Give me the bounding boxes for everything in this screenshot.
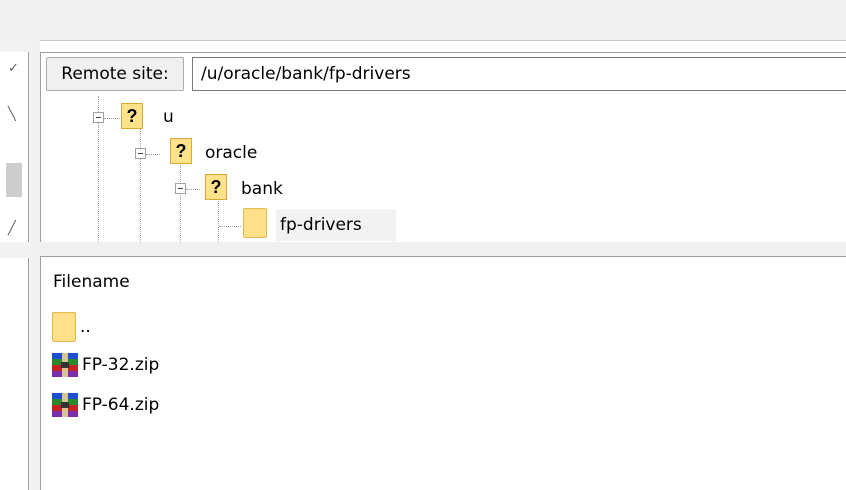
local-file-list-panel[interactable]	[0, 258, 29, 490]
vertical-splitter[interactable]	[32, 40, 40, 490]
tree-line	[219, 226, 241, 227]
chevron-left-icon[interactable]: ╲	[8, 108, 16, 121]
tree-item-oracle[interactable]: oracle	[205, 142, 257, 164]
question-folder-icon: ?	[121, 103, 143, 129]
collapse-toggle-bank[interactable]	[175, 183, 186, 194]
folder-icon	[52, 312, 76, 342]
file-row-fp32[interactable]: FP-32.zip	[52, 350, 159, 380]
winrar-archive-icon	[52, 353, 78, 377]
file-name: FP-64.zip	[82, 395, 160, 415]
scrollbar-thumb[interactable]	[6, 163, 22, 197]
folder-icon	[243, 208, 267, 238]
collapse-toggle-oracle[interactable]	[135, 148, 146, 159]
remote-site-label: Remote site:	[46, 57, 184, 91]
question-folder-icon: ?	[205, 174, 227, 200]
file-name: ..	[80, 317, 91, 337]
tree-line	[218, 196, 219, 242]
tree-item-u[interactable]: u	[163, 106, 174, 128]
column-header-filename[interactable]: Filename	[53, 272, 130, 292]
file-row-fp64[interactable]: FP-64.zip	[52, 390, 159, 420]
tree-line	[104, 118, 120, 119]
chevron-right-icon[interactable]: ╱	[8, 222, 16, 235]
tree-item-fp-drivers[interactable]: fp-drivers	[280, 214, 362, 236]
file-row-parent[interactable]: ..	[52, 312, 91, 342]
tree-item-bank[interactable]: bank	[241, 178, 283, 200]
tree-line	[186, 189, 200, 190]
toolbar-area	[0, 0, 846, 41]
remote-file-list[interactable]	[40, 257, 846, 490]
horizontal-splitter[interactable]	[40, 242, 846, 257]
collapse-toggle-u[interactable]	[93, 112, 104, 123]
question-folder-icon: ?	[170, 138, 192, 164]
file-name: FP-32.zip	[82, 355, 160, 375]
tree-line	[180, 160, 181, 242]
local-tree-panel[interactable]	[0, 52, 29, 242]
chevron-down-icon[interactable]: ✓	[8, 62, 19, 75]
winrar-archive-icon	[52, 393, 78, 417]
remote-path-input[interactable]: /u/oracle/bank/fp-drivers	[192, 57, 846, 91]
tree-line	[140, 128, 141, 242]
tree-line	[146, 154, 160, 155]
